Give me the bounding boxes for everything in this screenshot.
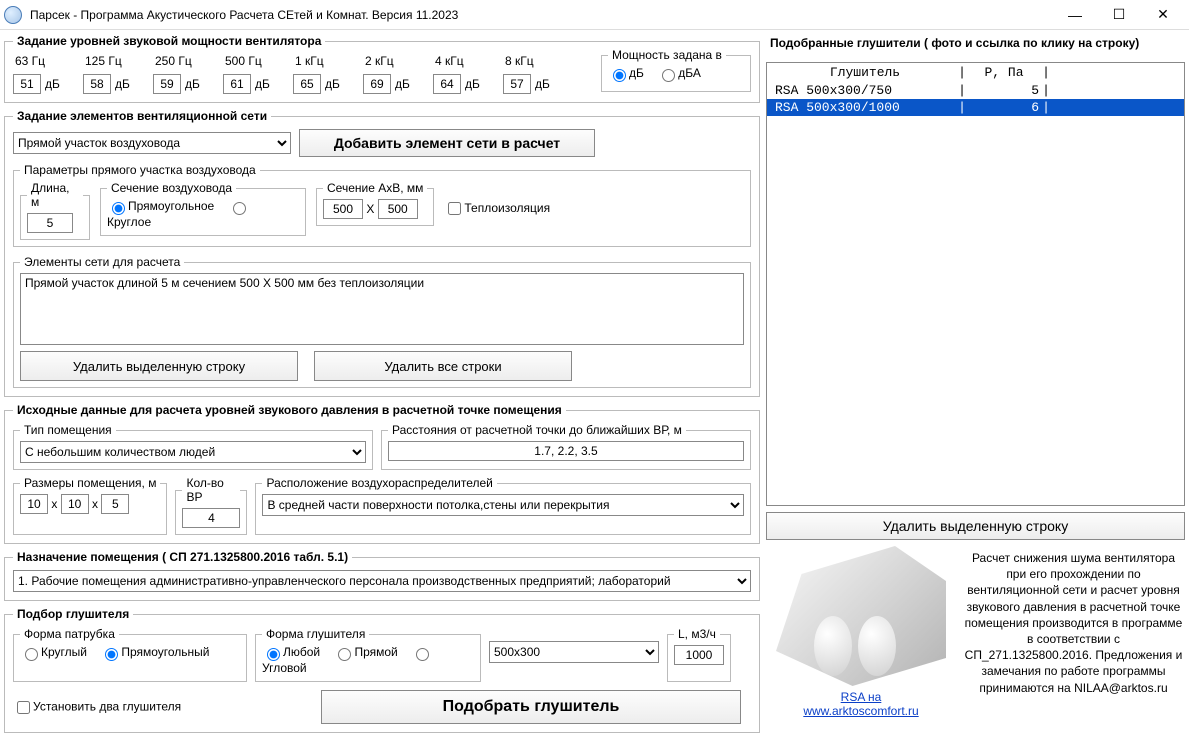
freq-input-63[interactable] [13, 74, 41, 94]
purpose-group: Назначение помещения ( СП 271.1325800.20… [4, 550, 760, 601]
table-row[interactable]: RSA 500x300/1000|6 | [767, 99, 1184, 116]
element-select[interactable]: Прямой участок воздуховода [13, 132, 291, 154]
section-rect-radio[interactable]: Прямоугольное [107, 199, 214, 213]
silencer-image [776, 546, 946, 686]
network-group: Задание элементов вентиляционной сети Пр… [4, 109, 760, 397]
freq-input-1k[interactable] [293, 74, 321, 94]
freq-input-8k[interactable] [503, 74, 531, 94]
power-unit-group: Мощность задана в дБ дБА [601, 48, 751, 92]
room-data-group: Исходные данные для расчета уровней звук… [4, 403, 760, 544]
purpose-select[interactable]: 1. Рабочие помещения административно-упр… [13, 570, 751, 592]
picked-table[interactable]: Глушитель | Р, Па | RSA 500x300/750|5 | … [766, 62, 1185, 506]
shape-straight-radio[interactable]: Прямой [333, 645, 397, 659]
flow-input[interactable] [674, 645, 724, 665]
dim-a-input[interactable] [323, 199, 363, 219]
app-icon [4, 6, 22, 24]
freq-input-4k[interactable] [433, 74, 461, 94]
vr-location-select[interactable]: В средней части поверхности потолка,стен… [262, 494, 744, 516]
freq-input-125[interactable] [83, 74, 111, 94]
window-title: Парсек - Программа Акустического Расчета… [30, 8, 1053, 22]
fan-power-group: Задание уровней звуковой мощности вентил… [4, 34, 760, 103]
picked-legend: Подобранные глушители ( фото и ссылка по… [766, 34, 1185, 56]
dim-b-input[interactable] [378, 199, 418, 219]
distances-input[interactable] [388, 441, 744, 461]
length-input[interactable] [27, 213, 73, 233]
elements-list-group: Элементы сети для расчета Прямой участок… [13, 255, 751, 388]
delete-all-button[interactable]: Удалить все строки [314, 351, 572, 381]
duct-params-group: Параметры прямого участка воздуховода Дл… [13, 163, 751, 247]
power-dba-radio[interactable]: дБА [657, 66, 701, 80]
arktos-link[interactable]: www.arktoscomfort.ru [803, 704, 918, 718]
maximize-button[interactable]: ☐ [1097, 1, 1141, 29]
nozzle-round-radio[interactable]: Круглый [20, 645, 87, 659]
freq-input-500[interactable] [223, 74, 251, 94]
fan-power-legend: Задание уровней звуковой мощности вентил… [13, 34, 325, 48]
table-header: Глушитель | Р, Па | [767, 63, 1184, 82]
vr-qty-input[interactable] [182, 508, 240, 528]
freq-col-63: 63 Гц дБ [13, 54, 79, 94]
room-dim-b[interactable] [61, 494, 89, 514]
list-item[interactable]: Прямой участок длиной 5 м сечением 500 Х… [25, 276, 739, 290]
pick-silencer-button[interactable]: Подобрать глушитель [321, 690, 741, 724]
silencer-select-group: Подбор глушителя Форма патрубка Круглый … [4, 607, 760, 733]
freq-input-2k[interactable] [363, 74, 391, 94]
close-button[interactable]: ✕ [1141, 1, 1185, 29]
room-dim-a[interactable] [20, 494, 48, 514]
two-silencers-checkbox[interactable]: Установить два глушителя [13, 698, 313, 717]
insulation-checkbox[interactable]: Теплоизоляция [444, 201, 550, 215]
power-db-radio[interactable]: дБ [608, 66, 644, 80]
delete-picked-button[interactable]: Удалить выделенную строку [766, 512, 1185, 540]
room-type-select[interactable]: С небольшим количеством людей [20, 441, 366, 463]
rsa-link[interactable]: RSA на [841, 690, 882, 704]
nozzle-rect-radio[interactable]: Прямоугольный [100, 645, 209, 659]
delete-row-button[interactable]: Удалить выделенную строку [20, 351, 298, 381]
info-text: Расчет снижения шума вентилятора при его… [962, 546, 1185, 718]
room-dim-c[interactable] [101, 494, 129, 514]
minimize-button[interactable]: — [1053, 1, 1097, 29]
freq-input-250[interactable] [153, 74, 181, 94]
table-row[interactable]: RSA 500x300/750|5 | [767, 82, 1184, 99]
size-select[interactable]: 500x300 [489, 641, 659, 663]
add-element-button[interactable]: Добавить элемент сети в расчет [299, 129, 595, 157]
shape-any-radio[interactable]: Любой [262, 645, 320, 659]
elements-listbox[interactable]: Прямой участок длиной 5 м сечением 500 Х… [20, 273, 744, 345]
titlebar: Парсек - Программа Акустического Расчета… [0, 0, 1189, 30]
